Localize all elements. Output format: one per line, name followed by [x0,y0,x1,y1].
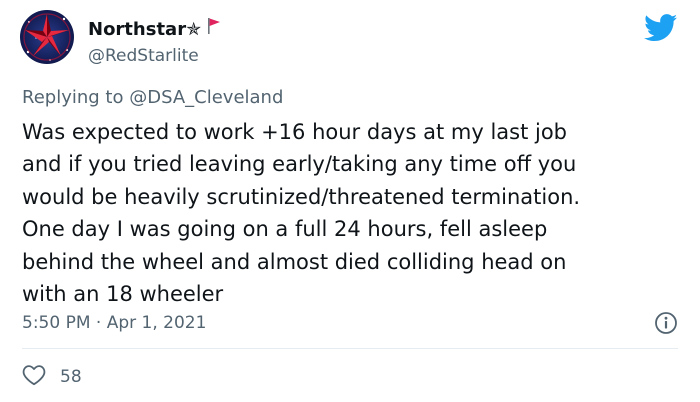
twitter-bird-icon[interactable] [644,14,678,46]
tweet-text-line: One day I was going on a full 24 hours, … [22,217,548,242]
red-nautical-star-icon [20,10,74,64]
display-name[interactable]: Northstar✯ [88,17,221,42]
like-button[interactable]: 58 [22,364,82,390]
tweet-card: Northstar✯ @RedStarlite Replying to @DSA… [0,0,700,402]
replying-to-label: Replying to [22,87,124,108]
tweet-text-line: would be heavily scrutinized/threatened … [22,184,581,209]
tweet-text-line: with an 18 wheeler [22,282,224,307]
tweet-text-line: behind the wheel and almost died collidi… [22,249,567,274]
info-icon[interactable] [654,311,678,339]
reply-mention-link[interactable]: @DSA_Cleveland [129,87,283,108]
user-handle[interactable]: @RedStarlite [88,45,199,67]
tweet-text-line: Was expected to work +16 hour days at my… [22,120,568,144]
replying-to: Replying to @DSA_Cleveland [22,86,283,110]
tweet-timestamp[interactable]: 5:50 PM · Apr 1, 2021 [22,312,206,334]
avatar[interactable] [20,10,74,64]
red-flag-icon [207,17,221,42]
divider [22,348,678,349]
tweet-text: Was expected to work +16 hour days at my… [22,116,682,310]
display-name-text: Northstar✯ [88,18,202,40]
like-count: 58 [60,367,82,387]
heart-icon [22,364,46,390]
tweet-text-line: and if you tried leaving early/taking an… [22,152,577,177]
